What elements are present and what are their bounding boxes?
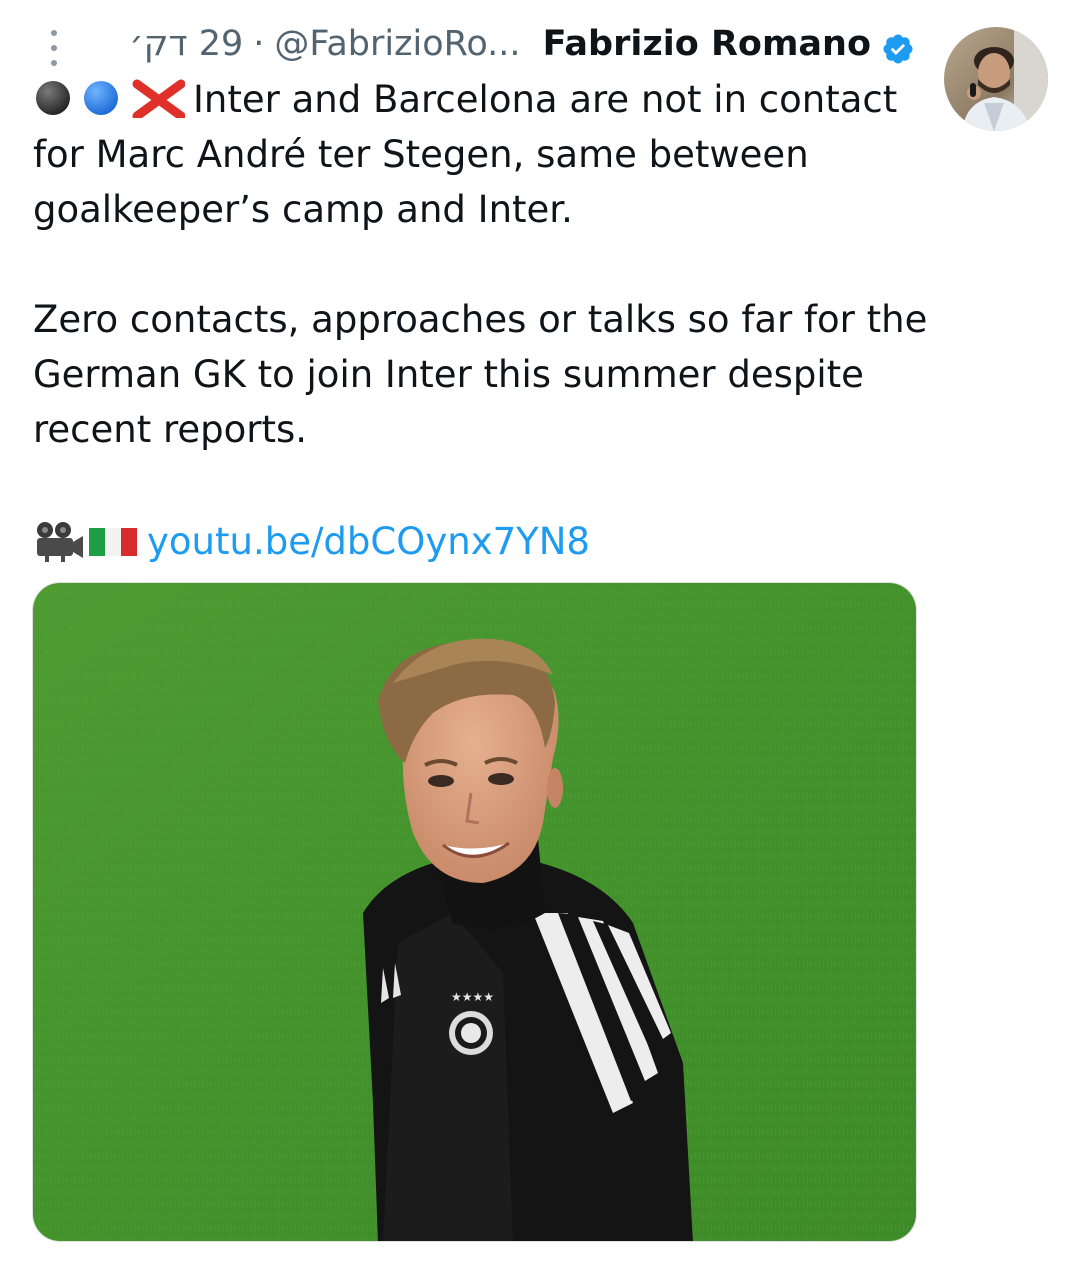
header-separator: · [253,24,265,64]
link-line: youtu.be/dbCOynx7YN8 [33,512,590,570]
profile-avatar[interactable] [944,27,1048,131]
youtube-link[interactable]: youtu.be/dbCOynx7YN8 [147,520,590,563]
movie-camera-italy-flag-icons [37,522,137,562]
tweet-media-photo[interactable]: ★★★★ [32,582,917,1242]
more-dot [51,60,57,66]
tweet[interactable]: 29 דק׳ · @FabrizioRo... Fabrizio Romano [0,0,1080,1266]
tweet-paragraph-1: Inter and Barcelona are not in contact f… [33,72,933,237]
display-name[interactable]: Fabrizio Romano [543,16,871,72]
tweet-paragraph-2: Zero contacts, approaches or talks so fa… [33,298,928,451]
photo-image: ★★★★ [33,583,916,1241]
emoji-group [33,78,185,118]
verified-badge-icon [881,27,915,64]
tweet-text: Inter and Barcelona are not in contact f… [33,72,933,457]
tweet-timestamp[interactable]: 29 דק׳ [129,16,243,72]
more-dot [51,45,57,51]
inter-emoji-icons [36,79,185,118]
user-handle[interactable]: @FabrizioRo... [274,16,520,72]
tweet-header: 29 דק׳ · @FabrizioRo... Fabrizio Romano [90,16,915,72]
more-options-icon[interactable] [44,30,64,66]
more-dot [51,30,57,36]
svg-text:★★★★: ★★★★ [451,990,494,1004]
